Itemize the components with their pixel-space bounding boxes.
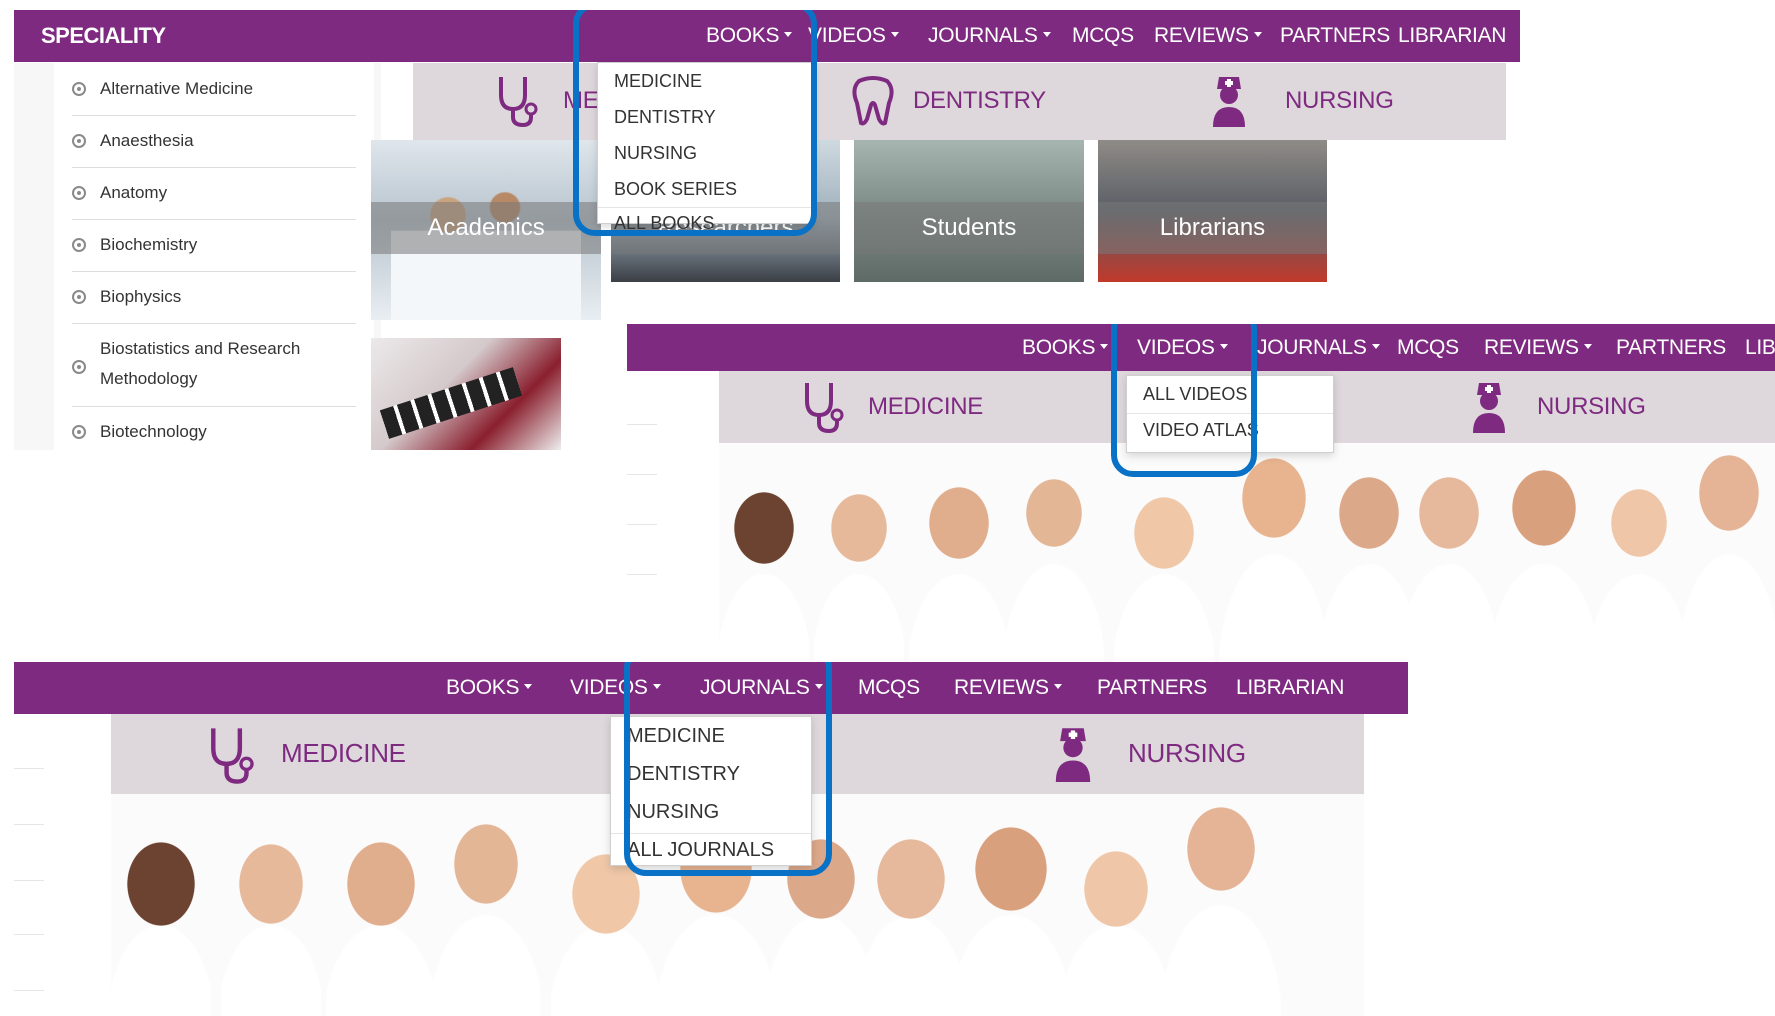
chevron-down-icon [1371,343,1380,349]
speciality-item[interactable]: Biophysics [72,272,356,324]
doctor-figure [111,834,211,1016]
video-strip-image [371,338,561,450]
category-medicine-label[interactable]: MEDICINE [281,738,406,769]
nav-mcqs[interactable]: MCQS [858,676,920,700]
nurse-icon [1055,728,1091,782]
speciality-title: SPECIALITY [41,23,166,48]
stethoscope-icon [805,383,844,434]
nav-journals[interactable]: JOURNALS [928,24,1051,48]
tooth-icon [852,76,894,126]
doctor-figure [1679,443,1775,670]
doctors-banner-image [719,443,1775,670]
doctor-figure [326,834,436,1016]
category-dentistry-label[interactable]: DENTISTRY [913,87,1046,115]
doctor-figure [719,483,809,670]
nav-books[interactable]: BOOKS [1022,336,1109,360]
category-nursing-label[interactable]: NURSING [1537,393,1646,421]
speciality-item[interactable]: Biotechnology [72,407,356,450]
nav-partners[interactable]: PARTNERS [1280,24,1390,48]
doctor-figure [1399,463,1499,670]
speciality-item[interactable]: Anatomy [72,168,356,220]
nav-librarian[interactable]: LIBRARIAN [1398,24,1506,48]
nav-reviews[interactable]: REVIEWS [1484,336,1592,360]
nav-journals[interactable]: JOURNALS [1257,336,1380,360]
tile-label: Librarians [1159,214,1266,241]
category-medicine-label[interactable]: MEDICINE [868,393,983,421]
sidebar-edge [627,324,657,670]
nav-videos[interactable]: VIDEOS [808,24,899,48]
nav-books[interactable]: BOOKS [446,676,533,700]
speciality-sidebar: Alternative Medicine Anaesthesia Anatomy… [14,63,381,450]
nav-librarian[interactable]: LIB [1745,336,1775,360]
doctor-figure [909,473,1009,670]
doctor-figure [431,814,541,1016]
radio-bullet-icon [72,360,86,374]
radio-bullet-icon [72,134,86,148]
tile-librarians[interactable]: Librarians [1098,140,1327,282]
chevron-down-icon [1042,31,1051,37]
doctor-figure [951,814,1071,1016]
sidebar-edge [14,712,44,1012]
stethoscope-icon [499,77,538,128]
film-strip-icon [379,367,523,439]
stethoscope-icon [211,728,254,784]
nurse-icon [1213,77,1245,127]
nav-librarian[interactable]: LIBRARIAN [1236,676,1344,700]
highlight-journals-menu [624,662,832,876]
nav-reviews[interactable]: REVIEWS [1154,24,1262,48]
doctor-figure [814,483,904,670]
doctor-figure [1004,463,1104,670]
radio-bullet-icon [72,82,86,96]
chevron-down-icon [1053,683,1062,689]
highlight-books-menu [573,10,817,236]
radio-bullet-icon [72,238,86,252]
nav-mcqs[interactable]: MCQS [1072,24,1134,48]
speciality-item[interactable]: Alternative Medicine [72,63,356,116]
nav-reviews[interactable]: REVIEWS [954,676,1062,700]
panel-videos-menu: BOOKS VIDEOS JOURNALS MCQS REVIEWS PARTN… [627,324,1775,670]
category-nursing-label[interactable]: NURSING [1128,738,1246,769]
doctor-figure [1114,483,1214,670]
radio-bullet-icon [72,186,86,200]
tile-academics[interactable]: Academics [371,140,601,320]
radio-bullet-icon [72,290,86,304]
highlight-videos-menu [1111,324,1257,477]
speciality-item[interactable]: Anaesthesia [72,116,356,168]
chevron-down-icon [1100,343,1109,349]
doctor-figure [1589,473,1689,670]
speciality-item[interactable]: Biostatistics and Research Methodology [72,324,356,407]
chevron-down-icon [524,683,533,689]
speciality-item[interactable]: Biochemistry [72,220,356,272]
chevron-down-icon [890,31,899,37]
speciality-list: Alternative Medicine Anaesthesia Anatomy… [54,63,374,450]
panel-journals-menu: BOOKS VIDEOS JOURNALS MCQS REVIEWS PARTN… [14,662,1408,1016]
doctor-figure [1489,453,1599,670]
nav-mcqs[interactable]: MCQS [1397,336,1459,360]
doctor-figure [1061,834,1171,1016]
chevron-down-icon [1583,343,1592,349]
chevron-down-icon [1253,31,1262,37]
tile-label: Academics [427,214,545,241]
category-nursing-label[interactable]: NURSING [1285,87,1394,115]
nurse-icon [1473,383,1505,433]
tile-label: Students [921,214,1017,241]
radio-bullet-icon [72,425,86,439]
doctor-figure [1161,794,1281,1016]
doctor-figure [221,834,321,1016]
tile-students[interactable]: Students [854,140,1084,282]
doctor-figure [1219,443,1329,670]
doctor-figure [856,824,966,1016]
nav-partners[interactable]: PARTNERS [1097,676,1207,700]
nav-partners[interactable]: PARTNERS [1616,336,1726,360]
